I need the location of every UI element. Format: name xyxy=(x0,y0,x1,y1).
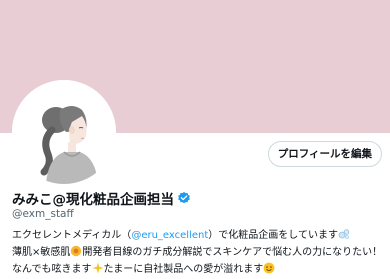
sunflower-emoji xyxy=(70,245,82,262)
bio-text: なんでも呟きます xyxy=(12,264,92,275)
soap-bubbles-emoji xyxy=(338,228,350,245)
mention-link[interactable]: @eru_excellent xyxy=(131,230,208,241)
profile-bio: エクセレントメディカル（@eru_excellent）で化粧品企画をしています … xyxy=(12,228,386,279)
bio-text: エクセレントメディカル（ xyxy=(12,230,132,241)
bio-text: たまーに自社製品への愛が溢れます xyxy=(103,264,264,275)
edit-profile-button[interactable]: プロフィールを編集 xyxy=(267,141,382,167)
bio-line-2: 薄肌×敏感肌 開発者目線のガチ成分解説でスキンケアで悩む人の力になりたい！ xyxy=(12,245,386,262)
woman-illustration-avatar xyxy=(12,80,116,184)
bio-line-3: なんでも呟きます たまーに自社製品への愛が溢れます xyxy=(12,262,386,279)
bio-text: ）で化粧品企画をしています xyxy=(208,230,338,241)
bio-text: 開発者目線のガチ成分解説でスキンケアで悩む人の力になりたい！ xyxy=(82,247,383,258)
sparkles-emoji xyxy=(92,262,104,279)
bio-line-1: エクセレントメディカル（@eru_excellent）で化粧品企画をしています xyxy=(12,228,386,245)
smiling-face-emoji xyxy=(263,262,275,279)
name-row: みみこ@現化粧品企画担当 xyxy=(12,188,191,208)
bio-text: 薄肌×敏感肌 xyxy=(12,247,71,258)
handle: @exm_staff xyxy=(12,208,74,220)
verified-badge-icon[interactable] xyxy=(177,191,191,205)
profile-avatar[interactable] xyxy=(12,80,116,184)
display-name: みみこ@現化粧品企画担当 xyxy=(12,192,174,208)
